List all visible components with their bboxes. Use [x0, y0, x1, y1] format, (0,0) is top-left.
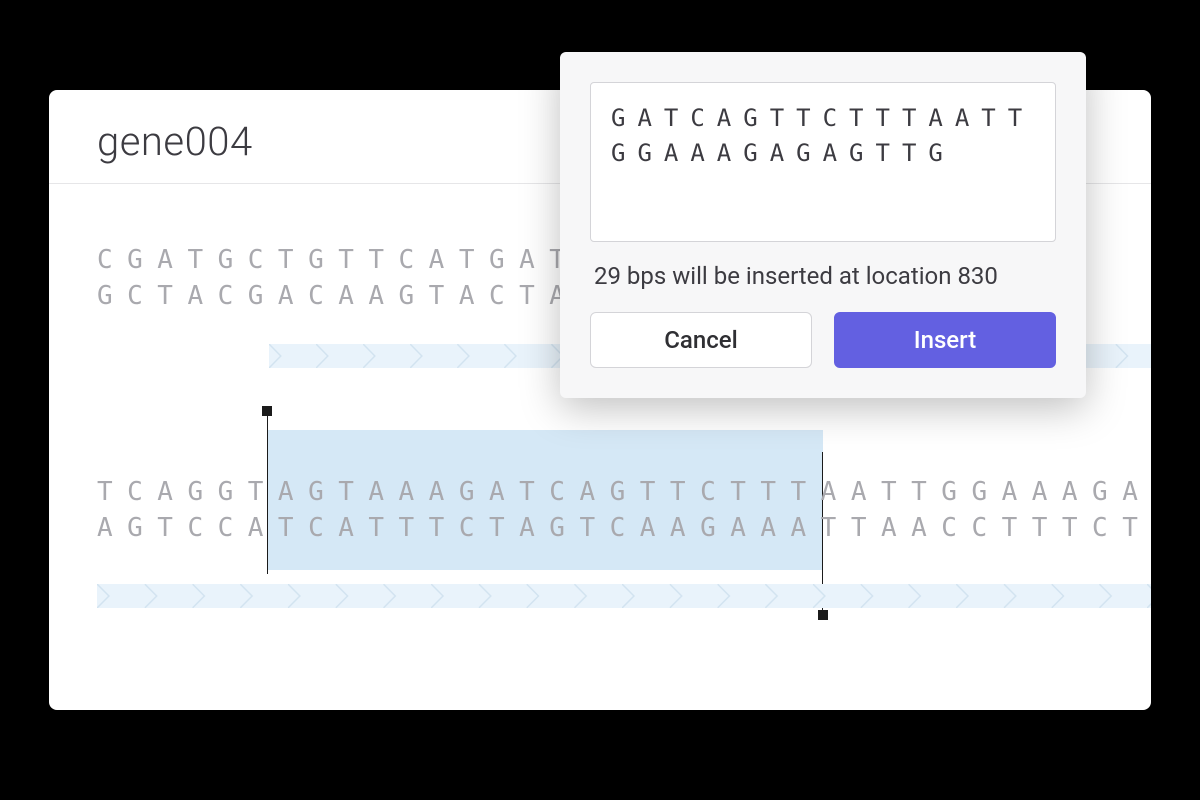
- sequence-forward-2: TCAGGTAGTAAAGATCAGTTCTTTAATTGGAAAGAGAGTT…: [97, 474, 1103, 510]
- dialog-actions: Cancel Insert: [590, 312, 1056, 368]
- insert-button[interactable]: Insert: [834, 312, 1056, 368]
- insert-status-message: 29 bps will be inserted at location 830: [594, 262, 1052, 290]
- insert-dialog: GATCAGTTCTTTAATTGGAAAGAGAGTTG 29 bps wil…: [560, 52, 1086, 398]
- cancel-button[interactable]: Cancel: [590, 312, 812, 368]
- selection-handle-top-left[interactable]: [262, 406, 272, 416]
- sequence-block-2: TCAGGTAGTAAAGATCAGTTCTTTAATTGGAAAGAGAGTT…: [97, 474, 1103, 547]
- sequence-reverse-2: AGTCCATCATTTCTAGTCAAGAAATTAACCTTTCTCTCAA…: [97, 510, 1103, 546]
- chevron-track-icon: [97, 584, 1151, 608]
- annotation-track-2: [97, 584, 1151, 608]
- selection-handle-bottom-right[interactable]: [818, 610, 828, 620]
- insert-sequence-input[interactable]: GATCAGTTCTTTAATTGGAAAGAGAGTTG: [590, 82, 1056, 242]
